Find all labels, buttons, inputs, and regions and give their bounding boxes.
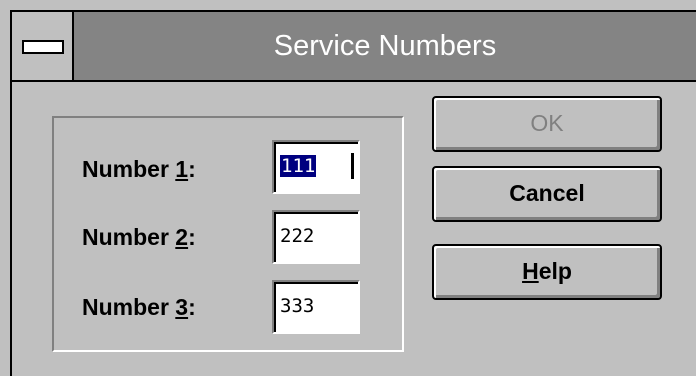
help-button[interactable]: Help <box>432 244 662 300</box>
number-1-input[interactable]: 111 <box>272 140 360 194</box>
number-3-value: 333 <box>280 295 315 317</box>
title-bar[interactable]: Service Numbers <box>12 12 696 82</box>
system-menu-icon <box>22 40 64 54</box>
window-title: Service Numbers <box>273 30 497 62</box>
number-3-input[interactable]: 333 <box>272 280 360 334</box>
number-3-label: Number 3: <box>82 294 196 320</box>
numbers-group-box: Number 1: 111 Number 2: 222 Number 3: 33… <box>52 116 404 352</box>
system-menu-button[interactable] <box>12 12 74 80</box>
number-2-value: 222 <box>280 225 315 247</box>
number-1-value: 111 <box>280 155 317 177</box>
number-2-input[interactable]: 222 <box>272 210 360 264</box>
cancel-button[interactable]: Cancel <box>432 166 662 222</box>
dialog-window: Service Numbers Number 1: 111 Number 2: … <box>10 10 696 376</box>
number-1-label: Number 1: <box>82 156 196 182</box>
ok-button[interactable]: OK <box>432 96 662 152</box>
dialog-client-area: Number 1: 111 Number 2: 222 Number 3: 33… <box>12 82 696 376</box>
number-2-label: Number 2: <box>82 224 196 250</box>
text-caret <box>351 153 354 179</box>
